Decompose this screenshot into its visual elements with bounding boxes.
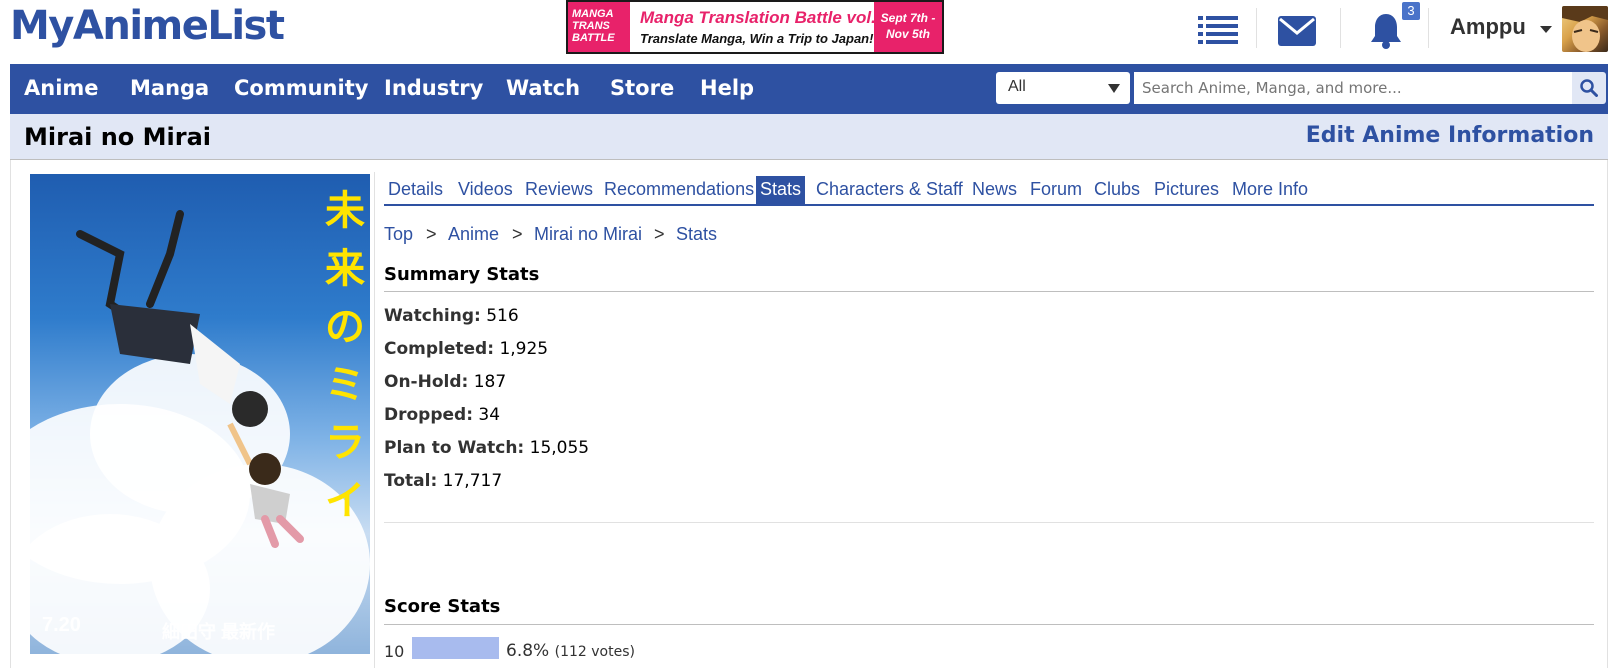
tab-videos[interactable]: Videos [454, 176, 517, 204]
nav-manga[interactable]: Manga [130, 76, 209, 100]
title-bar: Mirai no Mirai Edit Anime Information [10, 114, 1608, 160]
score-votes: (112 votes) [554, 644, 635, 660]
stat-value: 187 [473, 372, 507, 392]
stat-total: Total: 17,717 [384, 471, 502, 491]
tab-clubs[interactable]: Clubs [1090, 176, 1144, 204]
breadcrumb-title[interactable]: Mirai no Mirai [534, 224, 642, 245]
page-title: Mirai no Mirai [24, 123, 212, 151]
user-avatar[interactable] [1562, 6, 1608, 52]
mail-icon[interactable] [1276, 8, 1318, 54]
stat-label: Watching: [384, 306, 481, 326]
score-value: 10 [384, 642, 405, 661]
score-bar [412, 637, 499, 659]
nav-community[interactable]: Community [234, 76, 368, 100]
anime-tabs: Details Videos Reviews Recommendations S… [384, 176, 1594, 206]
tab-reviews[interactable]: Reviews [521, 176, 597, 204]
score-percent-text: 6.8% [506, 641, 550, 661]
tab-recommendations[interactable]: Recommendations [600, 176, 758, 204]
banner-logo: MANGA TRANS BATTLE [568, 2, 630, 52]
summary-stats-heading: Summary Stats [384, 264, 540, 285]
poster-illustration [76, 210, 304, 548]
stat-label: Plan to Watch: [384, 438, 525, 458]
notification-count-badge[interactable]: 3 [1402, 2, 1420, 20]
stat-on-hold: On-Hold: 187 [384, 372, 506, 392]
stat-watching: Watching: 516 [384, 306, 519, 326]
chevron-down-icon[interactable] [1540, 26, 1552, 33]
search-button[interactable] [1572, 72, 1606, 104]
anime-poster[interactable]: 未来のミライ 7.20 細田守 最新作 [30, 174, 370, 654]
list-icon[interactable] [1196, 8, 1240, 54]
site-logo[interactable]: MyAnimeList [10, 2, 285, 50]
breadcrumb-separator: > [426, 224, 437, 244]
username-menu[interactable]: Amppu [1450, 14, 1526, 40]
nav-industry[interactable]: Industry [384, 76, 483, 100]
nav-anime[interactable]: Anime [24, 76, 99, 100]
search-category-select[interactable]: All [996, 72, 1130, 104]
content-border [10, 160, 11, 668]
banner-subtitle: Translate Manga, Win a Trip to Japan! [640, 31, 874, 46]
breadcrumb-top[interactable]: Top [384, 224, 413, 245]
stat-dropped: Dropped: 34 [384, 405, 500, 425]
search-category-value: All [1008, 78, 1026, 95]
stat-label: Completed: [384, 339, 495, 359]
banner-title: Manga Translation Battle vol.7 [640, 8, 886, 27]
nav-watch[interactable]: Watch [506, 76, 580, 100]
breadcrumb-anime[interactable]: Anime [448, 224, 499, 245]
section-divider [384, 624, 1594, 625]
tab-forum[interactable]: Forum [1026, 176, 1086, 204]
content-border [1607, 160, 1608, 668]
stat-value: 17,717 [442, 471, 503, 491]
section-divider [384, 522, 1594, 523]
breadcrumb-stats[interactable]: Stats [676, 224, 717, 245]
stat-value: 34 [478, 405, 501, 425]
breadcrumb-separator: > [512, 224, 523, 244]
stat-completed: Completed: 1,925 [384, 339, 548, 359]
tab-characters-staff[interactable]: Characters & Staff [812, 176, 967, 204]
score-stats-heading: Score Stats [384, 596, 501, 617]
stat-label: On-Hold: [384, 372, 469, 392]
tab-news[interactable]: News [968, 176, 1021, 204]
column-divider [374, 172, 375, 668]
nav-help[interactable]: Help [700, 76, 754, 100]
main-nav: Anime Manga Community Industry Watch Sto… [10, 64, 1608, 114]
stat-value: 15,055 [529, 438, 590, 458]
bell-icon[interactable] [1366, 8, 1406, 54]
nav-store[interactable]: Store [610, 76, 674, 100]
header-divider [1428, 8, 1429, 48]
tab-details[interactable]: Details [384, 176, 447, 204]
stat-label: Total: [384, 471, 438, 491]
breadcrumb-separator: > [654, 224, 665, 244]
tab-stats[interactable]: Stats [756, 176, 806, 204]
tab-pictures[interactable]: Pictures [1150, 176, 1223, 204]
score-percentage: 6.8% (112 votes) [506, 641, 635, 661]
stat-value: 516 [486, 306, 519, 326]
search-input[interactable] [1134, 72, 1572, 104]
banner-dates-text: Sept 7th - Nov 5th [880, 11, 936, 41]
edit-anime-info-link[interactable]: Edit Anime Information [1306, 123, 1594, 148]
poster-title: 未来のミライ [325, 188, 365, 524]
event-banner[interactable]: MANGA TRANS BATTLE Manga Translation Battl… [566, 0, 944, 54]
stat-plan-to-watch: Plan to Watch: 15,055 [384, 438, 589, 458]
search-icon [1580, 79, 1598, 97]
site-header: MyAnimeList MANGA TRANS BATTLE Manga Trans… [0, 0, 1618, 64]
dropdown-arrow-icon [1108, 84, 1120, 93]
section-divider [384, 291, 1594, 292]
poster-date: 7.20 [42, 614, 81, 636]
header-divider [1256, 8, 1257, 48]
poster-credit: 細田守 最新作 [162, 622, 276, 642]
header-divider [1340, 8, 1341, 48]
stat-label: Dropped: [384, 405, 474, 425]
banner-dates: Sept 7th - Nov 5th [874, 2, 942, 52]
stat-value: 1,925 [499, 339, 549, 359]
tab-more-info[interactable]: More Info [1228, 176, 1312, 204]
